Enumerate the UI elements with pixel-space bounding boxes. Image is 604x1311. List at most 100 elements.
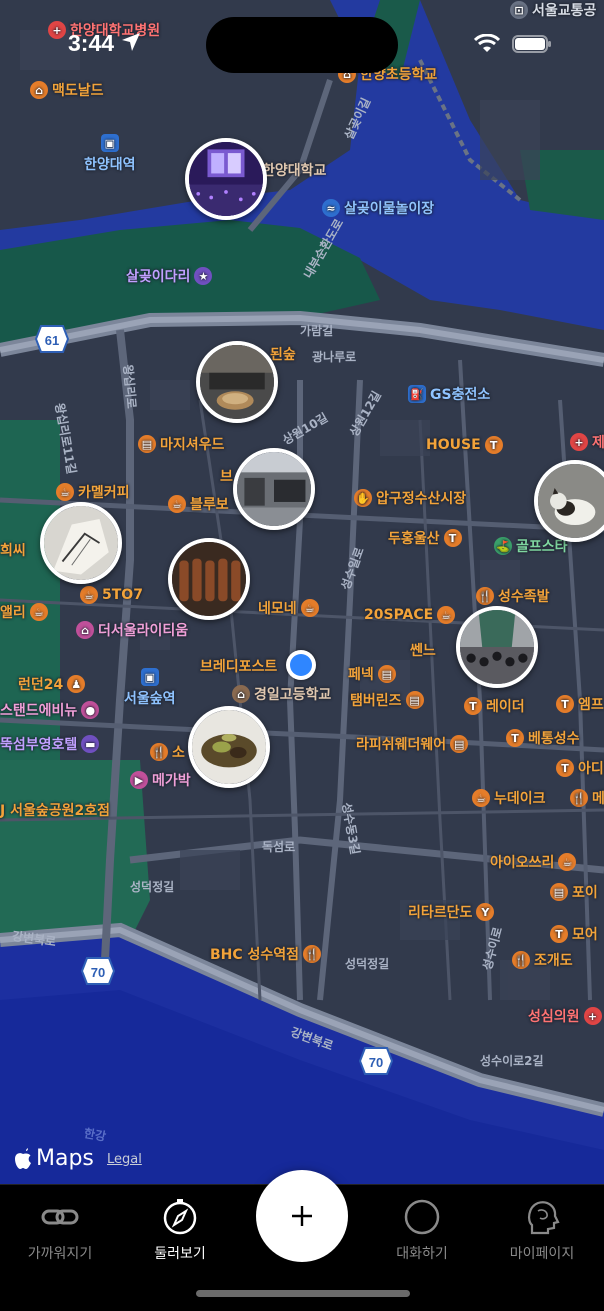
gas-icon: ⛽ [408, 385, 426, 403]
shirt-icon: T [484, 436, 503, 454]
poi-lapis[interactable]: ▤ 라피쉬웨더웨어 [356, 734, 469, 754]
photo-marker-food-counter[interactable] [196, 341, 278, 423]
poi-hanyang-university[interactable]: 한양대학교 [262, 160, 326, 180]
swim-icon: ≈ [322, 199, 340, 217]
poi-mcdonalds[interactable]: ⌂ 맥도날드 [30, 80, 104, 100]
star-icon: ★ [194, 267, 213, 285]
poi-betong[interactable]: T 베통성수 [506, 728, 580, 748]
poi-gyeongil-highschool[interactable]: ⌂ 경일고등학교 [232, 684, 331, 704]
poi-penek[interactable]: ▤ 페넥 [348, 664, 396, 684]
photo-marker-concert[interactable] [185, 138, 267, 220]
road-label: 광나루로 [312, 350, 357, 364]
poi-salgoji-bridge[interactable]: ★ 살곶이다리 [126, 266, 213, 286]
poi-aeolli[interactable]: ☕ 앨리 [0, 602, 48, 622]
coffee-icon: ☕ [29, 603, 48, 621]
poi-5to7[interactable]: ☕ 5TO7 [80, 586, 143, 604]
poi-emp[interactable]: T 엠프 [556, 694, 604, 714]
poi-the-seoul-lite[interactable]: ⌂ 더서울라이티움 [76, 620, 188, 640]
poi-poi[interactable]: ▤ 포이 [550, 882, 598, 902]
shirt-icon: T [506, 729, 524, 747]
poi-london24[interactable]: ♟ 런던24 [18, 674, 86, 694]
road-label: 성덕정길 [130, 880, 175, 894]
hospital-icon: + [583, 1007, 602, 1025]
poi-nemone[interactable]: ☕ 네모네 [258, 598, 319, 618]
poi-majisyeowoodeu[interactable]: ▤ 마지셔우드 [138, 434, 224, 454]
road-label: 한강 [82, 1126, 108, 1144]
bag-icon: ▤ [405, 691, 424, 709]
museum-icon: ⌂ [76, 621, 94, 639]
poi-seongsim-clinic[interactable]: + 성심의원 [528, 1006, 602, 1026]
poi-moeo[interactable]: T 모어 [550, 924, 598, 944]
poi-seoulsoop-park2[interactable]: J 서울숲공원2호점 [0, 800, 110, 820]
poi-tamburins[interactable]: ▤ 탬버린즈 [350, 690, 424, 710]
restaurant-icon: 🍴 [476, 587, 494, 605]
photo-cat-image [538, 464, 604, 538]
poi-hanyang-univ-station[interactable]: ▣ 한양대역 [84, 134, 136, 174]
poi-so[interactable]: 🍴 소 [150, 742, 185, 762]
poi-golf[interactable]: ⛳ 골프스타 [494, 536, 568, 556]
photo-marker-dessert[interactable] [188, 706, 270, 788]
svg-text:70: 70 [91, 965, 105, 980]
poi-apgujeong-market[interactable]: ✋ 압구정수산시장 [354, 488, 466, 508]
poi-je[interactable]: + 제 [570, 432, 604, 452]
legal-link[interactable]: Legal [107, 1152, 142, 1167]
poi-heessi[interactable]: 희씨 [0, 540, 26, 560]
poi-adi[interactable]: T 아디 [556, 758, 604, 778]
poi-house[interactable]: T HOUSE [426, 436, 503, 454]
photo-marker-cafe-interior[interactable] [233, 448, 315, 530]
poi-salgoji-water[interactable]: ≈ 살곶이물놀이장 [322, 198, 434, 218]
coffee-icon: ☕ [168, 495, 186, 513]
poi-brady-post[interactable]: 브레디포스트 [200, 656, 277, 676]
tab-get-closer[interactable]: 가까워지기 [0, 1197, 120, 1263]
dynamic-island [206, 17, 398, 73]
photo-cafe-interior-image [237, 452, 311, 526]
tab-explore[interactable]: 둘러보기 [120, 1197, 240, 1263]
hospital-icon: + [570, 433, 588, 451]
photo-dessert-image [192, 710, 266, 784]
poi-raider[interactable]: T 레이더 [464, 696, 525, 716]
photo-marker-skewers[interactable] [168, 538, 250, 620]
bar-icon: Y [476, 903, 495, 921]
poi-gs-station[interactable]: ⛽ GS충전소 [408, 384, 490, 404]
poi-br[interactable]: 브 [220, 466, 233, 486]
user-location-dot [286, 650, 316, 680]
poi-camel-coffee[interactable]: ☕ 카멜커피 [56, 482, 130, 502]
poi-nudake[interactable]: ☕ 누데이크 [472, 788, 546, 808]
poi-retardando[interactable]: Y 리타르단도 [408, 902, 495, 922]
poi-stand-avenue[interactable]: ● 스탠드에비뉴 [0, 700, 100, 720]
shirt-icon: T [556, 759, 574, 777]
poi-duheung[interactable]: T 두홍울산 [388, 528, 462, 548]
poi-seongsu-jokbal[interactable]: 🍴 성수족발 [476, 586, 550, 606]
poi-m[interactable]: 🍴 메 [570, 788, 604, 808]
photo-marker-paper-art[interactable] [40, 502, 122, 584]
poi-ioshri[interactable]: ☕ 아이오쓰리 [490, 852, 577, 872]
poi-bhc[interactable]: 🍴 BHC 성수역점 [210, 944, 322, 964]
shirt-icon: T [464, 697, 482, 715]
shirt-icon: T [550, 925, 568, 943]
coffee-icon: ☕ [300, 599, 319, 617]
circle-icon: ● [81, 701, 100, 719]
restaurant-icon: 🍴 [570, 789, 588, 807]
poi-seoulsoop-station[interactable]: ▣ 서울숲역 [124, 668, 176, 708]
wifi-icon [474, 34, 500, 52]
person-icon: ♟ [67, 675, 86, 693]
add-button[interactable] [256, 1170, 348, 1262]
coffee-icon: ☕ [80, 586, 98, 604]
battery-icon [512, 35, 551, 53]
poi-20space[interactable]: ☕ 20SPACE [364, 606, 456, 624]
status-bar: 3:44 [0, 0, 604, 80]
map-view[interactable]: 가람길 광나루로 왕십리로 독섬로 성덕정길 강변북로 성덕정길 강변북로 성수… [0, 0, 604, 1184]
tab-my-page[interactable]: 마이페이지 [482, 1197, 602, 1263]
location-arrow-icon [122, 33, 141, 51]
bag-icon: ▤ [377, 665, 396, 683]
tab-chat[interactable]: 대화하기 [362, 1197, 482, 1263]
poi-megabox[interactable]: ▶ 메가박 [130, 770, 191, 790]
photo-marker-crowd-street[interactable] [456, 606, 538, 688]
route-shield-61: 61 [35, 325, 69, 353]
poi-jogaedo[interactable]: 🍴 조개도 [512, 950, 573, 970]
bag-icon: ▤ [450, 735, 469, 753]
poi-seoulforest-top[interactable]: 된숲 [270, 344, 296, 364]
poi-ssendeu[interactable]: 쎈느 [410, 640, 436, 660]
poi-ttukseom-hotel[interactable]: ▬ 뚝섬부영호텔 [0, 734, 100, 754]
poi-blue-bottle[interactable]: ☕ 블루보 [168, 494, 229, 514]
